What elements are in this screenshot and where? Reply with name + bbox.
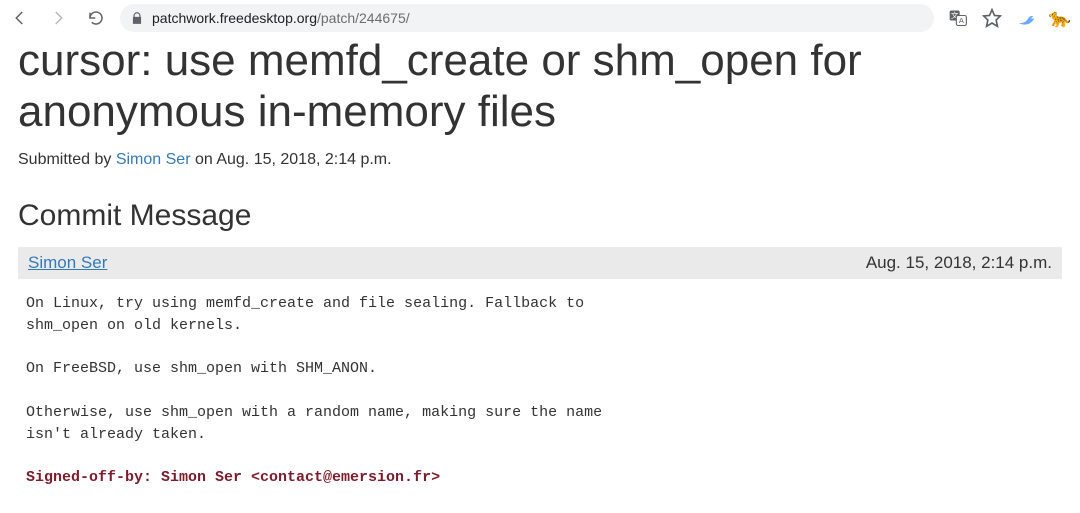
arrow-right-icon: [49, 9, 67, 27]
bookmark-star-icon[interactable]: [982, 8, 1002, 28]
reload-button[interactable]: [82, 4, 110, 32]
commit-body-text: On Linux, try using memfd_create and fil…: [26, 295, 602, 443]
extension-bird-icon[interactable]: [1016, 8, 1036, 28]
signed-off-line: Signed-off-by: Simon Ser <contact@emersi…: [26, 469, 440, 486]
submitted-author-link[interactable]: Simon Ser: [116, 151, 191, 168]
submitted-prefix: Submitted by: [18, 151, 116, 168]
reload-icon: [87, 9, 105, 27]
page-title: cursor: use memfd_create or shm_open for…: [18, 36, 1062, 137]
page-content: cursor: use memfd_create or shm_open for…: [0, 36, 1080, 493]
message-header: Simon Ser Aug. 15, 2018, 2:14 p.m.: [18, 247, 1062, 279]
lock-icon: [130, 11, 144, 25]
address-bar[interactable]: patchwork.freedesktop.org/patch/244675/: [120, 4, 934, 32]
svg-text:A: A: [959, 16, 964, 25]
profile-avatar-icon[interactable]: 🐆: [1050, 8, 1070, 28]
back-button[interactable]: [6, 4, 34, 32]
section-heading-commit-message: Commit Message: [18, 199, 1062, 233]
forward-button[interactable]: [44, 4, 72, 32]
url-text: patchwork.freedesktop.org/patch/244675/: [152, 10, 410, 26]
message-date: Aug. 15, 2018, 2:14 p.m.: [866, 253, 1052, 273]
translate-icon[interactable]: 文 A: [948, 8, 968, 28]
browser-toolbar: patchwork.freedesktop.org/patch/244675/ …: [0, 0, 1080, 36]
submitted-suffix: on Aug. 15, 2018, 2:14 p.m.: [191, 151, 392, 168]
message-author-link[interactable]: Simon Ser: [28, 253, 107, 273]
toolbar-right: 文 A 🐆: [948, 8, 1070, 28]
submitted-line: Submitted by Simon Ser on Aug. 15, 2018,…: [18, 151, 1062, 169]
commit-message-body: On Linux, try using memfd_create and fil…: [18, 289, 1062, 493]
arrow-left-icon: [11, 9, 29, 27]
url-host: patchwork.freedesktop.org: [152, 10, 317, 26]
url-path: /patch/244675/: [317, 10, 410, 26]
